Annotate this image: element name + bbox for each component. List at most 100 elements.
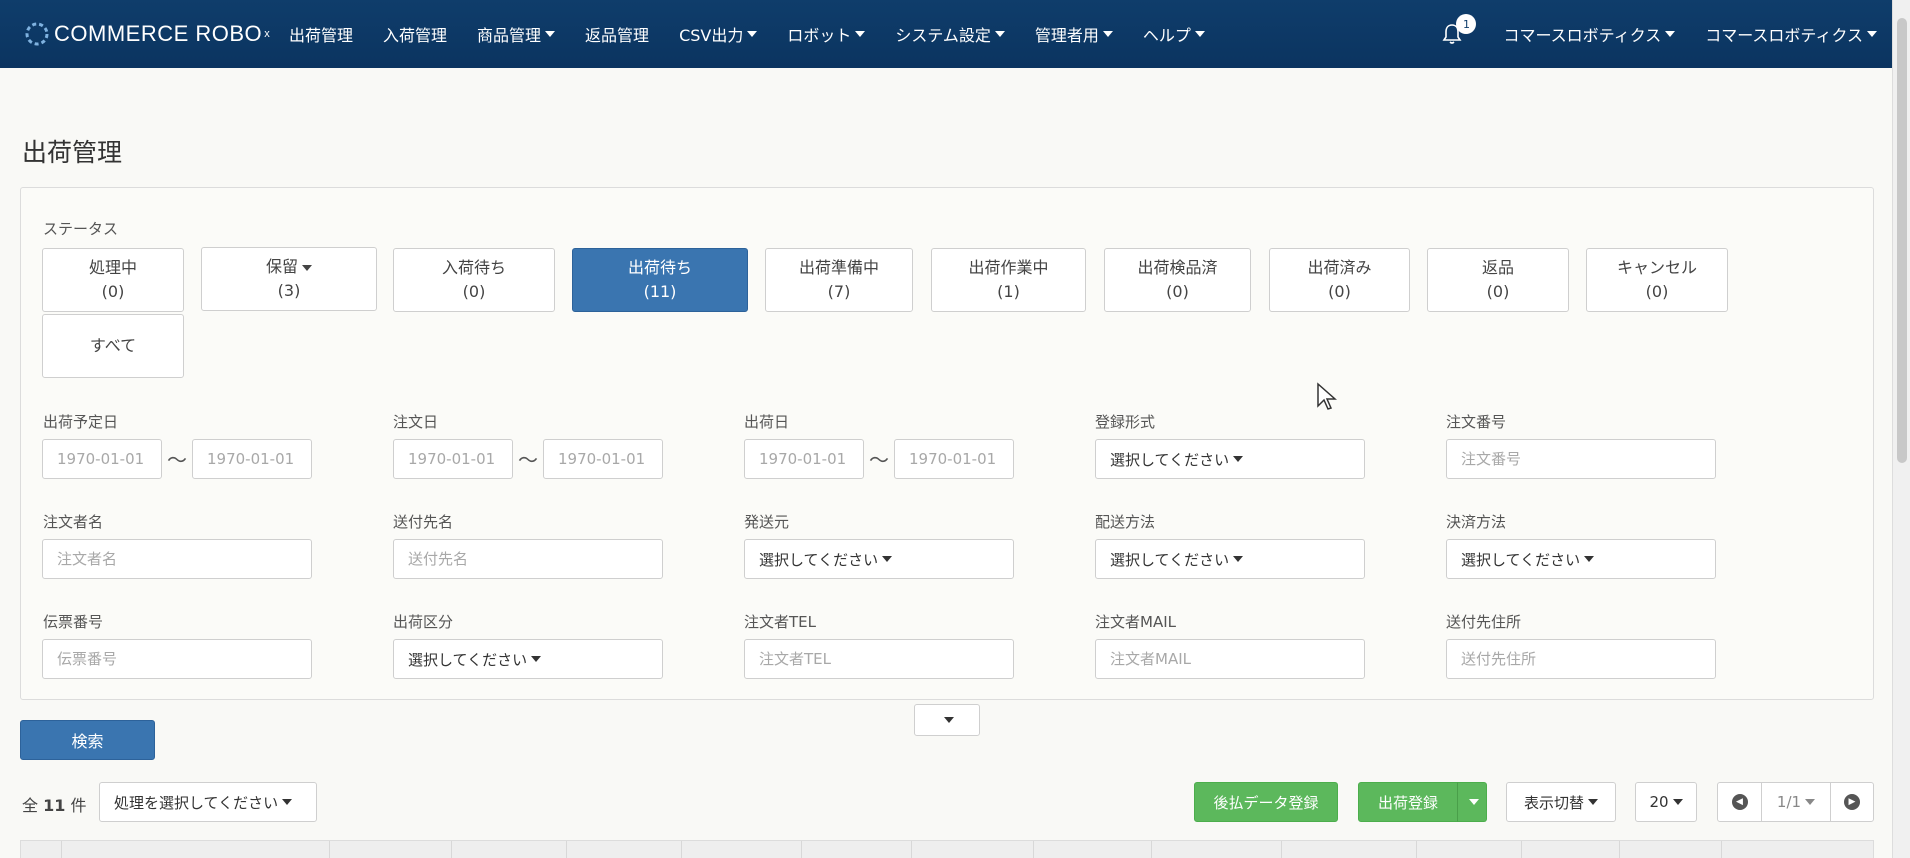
nav-item-admin[interactable]: 管理者用	[1020, 0, 1128, 68]
ship-planned-date-to-input[interactable]	[192, 439, 312, 479]
nav-right: 1 コマースロボティクス コマースロボティクス	[1432, 0, 1892, 68]
ship-date-from-input[interactable]	[744, 439, 864, 479]
ship-category-select[interactable]: 選択してください	[393, 639, 663, 679]
page-selector[interactable]: 1/1	[1761, 782, 1831, 822]
orderer-mail-input[interactable]	[1095, 639, 1365, 679]
user-menu[interactable]: コマースロボティクス	[1690, 0, 1892, 68]
table-column-divider	[1281, 841, 1282, 858]
recipient-name-input[interactable]	[393, 539, 663, 579]
notification-badge: 1	[1456, 14, 1477, 34]
recipient-address-label: 送付先住所	[1446, 613, 1522, 631]
chevron-left-icon: ◀	[1731, 794, 1748, 810]
status-label: ステータス	[43, 220, 119, 238]
order-date-to-input[interactable]	[543, 439, 663, 479]
register-type-select[interactable]: 選択してください	[1095, 439, 1365, 479]
caret-down-icon	[1672, 799, 1683, 805]
caret-down-icon	[531, 656, 542, 662]
orderer-name-label: 注文者名	[43, 513, 104, 531]
caret-down-icon	[1102, 31, 1113, 37]
register-shipment-button[interactable]: 出荷登録	[1358, 782, 1458, 822]
caret-down-icon	[545, 31, 556, 37]
ship-planned-date-from-input[interactable]	[42, 439, 162, 479]
caret-down-icon	[1805, 799, 1816, 805]
ship-planned-date-label: 出荷予定日	[43, 413, 119, 431]
recipient-name-label: 送付先名	[393, 513, 454, 531]
caret-down-icon	[1233, 556, 1244, 562]
ship-date-label: 出荷日	[744, 413, 790, 431]
caret-down-icon	[747, 31, 758, 37]
nav-item-receiving[interactable]: 入荷管理	[368, 0, 462, 68]
display-toggle-button[interactable]: 表示切替	[1506, 782, 1616, 822]
orderer-tel-input[interactable]	[744, 639, 1014, 679]
caret-down-icon	[282, 799, 293, 805]
register-type-label: 登録形式	[1095, 413, 1156, 431]
caret-down-icon	[855, 31, 866, 37]
date-range-tilde: 〜	[869, 448, 889, 472]
delivery-method-select[interactable]: 選択してください	[1095, 539, 1365, 579]
nav-item-help[interactable]: ヘルプ	[1128, 0, 1220, 68]
caret-down-icon	[1665, 31, 1676, 37]
deferred-payment-register-button[interactable]: 後払データ登録	[1194, 782, 1338, 822]
scrollbar-thumb[interactable]	[1897, 18, 1907, 463]
caret-down-icon	[1469, 799, 1479, 805]
status-preparing-button[interactable]: 出荷準備中 (7)	[765, 248, 913, 312]
status-returned-button[interactable]: 返品 (0)	[1427, 248, 1569, 312]
expand-filters-button[interactable]	[914, 704, 980, 736]
order-number-input[interactable]	[1446, 439, 1716, 479]
search-button[interactable]: 検索	[20, 720, 155, 760]
sender-label: 発送元	[744, 513, 790, 531]
status-processing-button[interactable]: 処理中 (0)	[42, 248, 184, 312]
slip-number-input[interactable]	[42, 639, 312, 679]
total-count: 全 11 件	[22, 796, 87, 815]
caret-down-icon	[1194, 31, 1205, 37]
orderer-name-input[interactable]	[42, 539, 312, 579]
register-shipment-dropdown[interactable]	[1457, 782, 1487, 822]
table-column-divider	[61, 841, 62, 858]
nav-item-returns[interactable]: 返品管理	[570, 0, 664, 68]
caret-down-icon	[1588, 799, 1598, 805]
top-navbar: COMMERCE ROBO x 出荷管理 入荷管理 商品管理 返品管理 CSV出力…	[0, 0, 1892, 68]
ship-date-to-input[interactable]	[894, 439, 1014, 479]
page-scrollbar[interactable]	[1892, 0, 1910, 858]
brand-logo[interactable]: COMMERCE ROBO x	[24, 21, 274, 47]
mouse-pointer-icon	[1317, 382, 1337, 410]
caret-down-icon	[882, 556, 893, 562]
table-column-divider	[1619, 841, 1620, 858]
nav-item-csv-export[interactable]: CSV出力	[664, 0, 772, 68]
nav-item-products[interactable]: 商品管理	[462, 0, 570, 68]
bulk-action-select[interactable]: 処理を選択してください	[99, 782, 317, 822]
table-column-divider	[451, 841, 452, 858]
status-awaiting-shipment-button[interactable]: 出荷待ち (11)	[572, 248, 748, 312]
table-column-divider	[1721, 841, 1722, 858]
nav-item-shipping[interactable]: 出荷管理	[274, 0, 368, 68]
results-table-header	[20, 840, 1874, 858]
notifications-button[interactable]: 1	[1432, 0, 1477, 68]
next-page-button[interactable]: ▶	[1830, 782, 1874, 822]
caret-down-icon	[1233, 456, 1244, 462]
order-date-from-input[interactable]	[393, 439, 513, 479]
status-all-button[interactable]: すべて	[42, 314, 184, 378]
recipient-address-input[interactable]	[1446, 639, 1716, 679]
page-size-select[interactable]: 20	[1635, 782, 1697, 822]
nav-item-robot[interactable]: ロボット	[772, 0, 880, 68]
order-date-label: 注文日	[393, 413, 439, 431]
prev-page-button[interactable]: ◀	[1717, 782, 1762, 822]
company-menu[interactable]: コマースロボティクス	[1488, 0, 1690, 68]
table-column-divider	[1033, 841, 1034, 858]
orderer-mail-label: 注文者MAIL	[1095, 613, 1176, 631]
page-title: 出荷管理	[22, 138, 123, 167]
status-awaiting-arrival-button[interactable]: 入荷待ち (0)	[393, 248, 555, 312]
status-in-progress-button[interactable]: 出荷作業中 (1)	[931, 248, 1086, 312]
status-inspected-button[interactable]: 出荷検品済 (0)	[1104, 248, 1251, 312]
payment-method-select[interactable]: 選択してください	[1446, 539, 1716, 579]
orderer-tel-label: 注文者TEL	[744, 613, 816, 631]
table-column-divider	[1416, 841, 1417, 858]
table-column-divider	[329, 841, 330, 858]
nav-item-system-settings[interactable]: システム設定	[880, 0, 1020, 68]
status-shipped-button[interactable]: 出荷済み (0)	[1269, 248, 1410, 312]
table-column-divider	[681, 841, 682, 858]
status-hold-button[interactable]: 保留 (3)	[201, 247, 377, 311]
status-cancelled-button[interactable]: キャンセル (0)	[1586, 248, 1728, 312]
caret-down-icon	[302, 264, 312, 271]
sender-select[interactable]: 選択してください	[744, 539, 1014, 579]
